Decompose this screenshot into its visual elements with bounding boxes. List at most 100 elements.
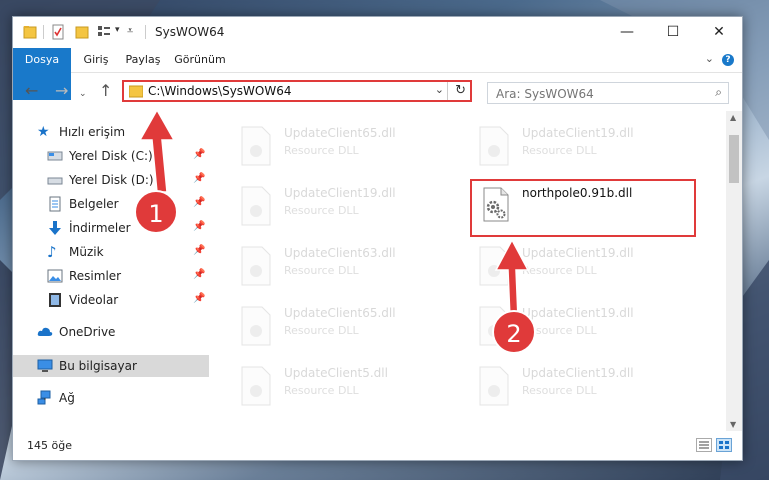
address-path[interactable]: C:\Windows\SysWOW64 (148, 84, 292, 98)
file-name: UpdateClient65.dll (284, 126, 396, 140)
file-item[interactable]: UpdateClient19.dll Resource DLL (210, 179, 440, 231)
details-view-button[interactable] (696, 438, 712, 452)
sidebar-item-onedrive[interactable]: OneDrive (13, 321, 209, 343)
file-name: UpdateClient19.dll (284, 186, 396, 200)
ribbon-tabs: Dosya Giriş Paylaş Görünüm ⌄ ? (13, 48, 742, 100)
dll-file-icon (479, 366, 509, 406)
back-arrow-icon[interactable]: ← (25, 83, 38, 99)
dll-file-icon (241, 186, 271, 226)
pin-icon[interactable]: 📌 (193, 197, 205, 208)
dll-file-icon (479, 126, 509, 166)
file-name: UpdateClient19.dll (522, 126, 634, 140)
file-item[interactable]: UpdateClient19.dll Resource DLL (448, 359, 678, 411)
search-icon[interactable]: ⌕ (715, 85, 722, 100)
tab-share[interactable]: Paylaş (117, 48, 169, 72)
folder-icon (129, 85, 143, 98)
recent-locations-icon[interactable]: ⌄ (79, 86, 87, 102)
file-item[interactable]: UpdateClient65.dll Resource DLL (210, 299, 440, 351)
address-dropdown-icon[interactable]: ⌄ (435, 83, 444, 96)
pin-icon[interactable]: 📌 (193, 173, 205, 184)
minimize-button[interactable]: — (604, 17, 650, 48)
maximize-button[interactable]: ☐ (650, 17, 696, 48)
highlight-box-file (470, 179, 696, 237)
qat-dropdown-icon[interactable]: ▾ (115, 25, 120, 35)
file-item[interactable]: UpdateClient19.dll Resource DLL (448, 119, 678, 171)
file-name: UpdateClient65.dll (284, 306, 396, 320)
scroll-down-icon[interactable]: ▼ (730, 420, 736, 429)
scrollbar-thumb[interactable] (729, 135, 739, 183)
dll-file-icon (241, 126, 271, 166)
download-icon (49, 221, 61, 235)
up-arrow-icon[interactable]: ↑ (99, 83, 112, 99)
file-item[interactable]: UpdateClient19.dll Resource DLL (448, 239, 678, 291)
pin-icon[interactable]: 📌 (193, 245, 205, 256)
sidebar-item-local-disk-d[interactable]: Yerel Disk (D:) 📌 (13, 169, 209, 191)
file-item[interactable]: UpdateClient63.dll Resource DLL (210, 239, 440, 291)
network-icon (37, 390, 51, 405)
dll-file-icon (241, 306, 271, 346)
tab-home[interactable]: Giriş (75, 48, 117, 72)
refresh-icon[interactable]: ↻ (455, 83, 466, 98)
sidebar-item-label: Videolar (69, 293, 119, 307)
videos-icon (49, 293, 61, 307)
customize-qat-icon[interactable]: ⩡ (127, 24, 133, 38)
sidebar-item-label: OneDrive (59, 325, 116, 339)
step-badge-2: 2 (492, 310, 536, 354)
sidebar-item-local-disk-c[interactable]: Yerel Disk (C:) 📌 (13, 145, 209, 167)
window-title: SysWOW64 (155, 25, 225, 39)
tiles-view-icon (719, 441, 729, 449)
sidebar-item-label: Belgeler (69, 197, 119, 211)
dll-file-icon (479, 246, 509, 286)
tiles-view-button[interactable] (716, 438, 732, 452)
scroll-up-icon[interactable]: ▲ (730, 113, 736, 122)
sidebar-item-quick-access[interactable]: ★ Hızlı erişim (13, 121, 209, 143)
help-icon[interactable]: ? (722, 54, 734, 66)
minimize-icon: — (620, 24, 634, 40)
search-input[interactable] (488, 83, 708, 105)
file-description: Resource DLL (522, 264, 597, 277)
folder-icon (23, 26, 37, 39)
file-list: UpdateClient65.dll Resource DLL UpdateCl… (210, 111, 726, 431)
drive-icon (47, 151, 63, 161)
file-name: UpdateClient63.dll (284, 246, 396, 260)
dll-file-icon (241, 246, 271, 286)
music-icon: ♪ (47, 243, 57, 261)
pin-icon[interactable]: 📌 (193, 221, 205, 232)
file-item[interactable]: UpdateClient19.dll Resource DLL (448, 299, 678, 351)
sidebar-item-pictures[interactable]: Resimler 📌 (13, 265, 209, 287)
pin-icon[interactable]: 📌 (193, 293, 205, 304)
item-count: 145 öğe (27, 439, 72, 452)
sidebar-item-music[interactable]: ♪ Müzik 📌 (13, 241, 209, 263)
sidebar-item-downloads[interactable]: İndirmeler 📌 (13, 217, 209, 239)
vertical-scrollbar[interactable]: ▲ ▼ (726, 111, 742, 431)
sidebar-item-documents[interactable]: Belgeler 📌 (13, 193, 209, 215)
tab-view[interactable]: Görünüm (169, 48, 231, 72)
new-folder-icon[interactable] (75, 24, 89, 40)
file-item[interactable]: UpdateClient65.dll Resource DLL (210, 119, 440, 171)
pin-icon[interactable]: 📌 (193, 269, 205, 280)
file-description: Resource DLL (284, 144, 359, 157)
properties-icon[interactable] (51, 24, 65, 40)
file-name: UpdateClient19.dll (522, 366, 634, 380)
maximize-icon: ☐ (666, 24, 680, 40)
view-options-icon[interactable] (97, 24, 111, 40)
sidebar-item-this-pc[interactable]: Bu bilgisayar (13, 355, 209, 377)
expand-ribbon-icon[interactable]: ⌄ (705, 52, 714, 65)
file-description: Resource DLL (284, 264, 359, 277)
file-description: Resource DLL (522, 144, 597, 157)
pin-icon[interactable]: 📌 (193, 149, 205, 160)
address-bar[interactable]: C:\Windows\SysWOW64 ⌄ ↻ (122, 80, 472, 102)
file-name: UpdateClient19.dll (522, 246, 634, 260)
file-name: UpdateClient19.dll (522, 306, 634, 320)
file-item[interactable]: UpdateClient5.dll Resource DLL (210, 359, 440, 411)
star-icon: ★ (37, 124, 50, 140)
search-box[interactable]: ⌕ (487, 82, 729, 105)
computer-icon (37, 359, 53, 372)
sidebar-item-label: Müzik (69, 245, 104, 259)
close-button[interactable]: ✕ (696, 17, 742, 48)
title-bar: ▾ ⩡ SysWOW64 — ☐ ✕ (13, 17, 742, 48)
pictures-icon (47, 269, 63, 283)
forward-arrow-icon[interactable]: → (55, 83, 68, 99)
sidebar-item-videos[interactable]: Videolar 📌 (13, 289, 209, 311)
sidebar-item-network[interactable]: Ağ (13, 387, 209, 409)
